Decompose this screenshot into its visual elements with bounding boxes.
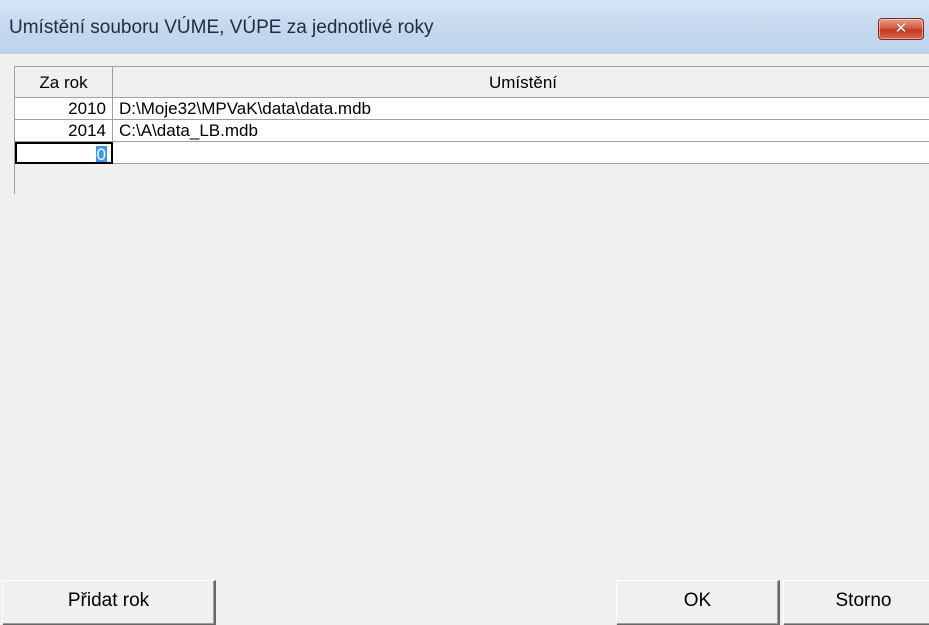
add-year-button[interactable]: Přidat rok xyxy=(2,580,216,625)
grid-header-row: Za rok Umístění xyxy=(15,67,929,98)
selected-year-value[interactable]: 0 xyxy=(95,146,107,162)
close-button[interactable]: ✕ xyxy=(878,18,924,40)
dialog-window: Umístění souboru VÚME, VÚPE za jednotliv… xyxy=(0,0,929,625)
column-header-year[interactable]: Za rok xyxy=(15,67,113,98)
window-title: Umístění souboru VÚME, VÚPE za jednotliv… xyxy=(9,17,434,38)
year-cell-editing[interactable]: 0 xyxy=(15,142,113,164)
title-bar[interactable]: Umístění souboru VÚME, VÚPE za jednotliv… xyxy=(0,0,929,54)
ok-button[interactable]: OK xyxy=(616,580,780,625)
cancel-button[interactable]: Storno xyxy=(783,580,929,625)
close-icon: ✕ xyxy=(894,20,908,37)
years-grid: Za rok Umístění 2010 D:\Moje32\MPVaK\dat… xyxy=(14,66,929,194)
table-row[interactable]: 2010 D:\Moje32\MPVaK\data\data.mdb xyxy=(15,98,929,120)
location-cell[interactable] xyxy=(113,142,929,164)
table-row-new[interactable]: 0 xyxy=(15,142,929,164)
location-cell[interactable]: D:\Moje32\MPVaK\data\data.mdb xyxy=(113,98,929,120)
year-cell[interactable]: 2014 xyxy=(15,120,113,142)
location-cell[interactable]: C:\A\data_LB.mdb xyxy=(113,120,929,142)
column-header-location[interactable]: Umístění xyxy=(113,67,929,98)
year-cell[interactable]: 2010 xyxy=(15,98,113,120)
table-row[interactable]: 2014 C:\A\data_LB.mdb xyxy=(15,120,929,142)
